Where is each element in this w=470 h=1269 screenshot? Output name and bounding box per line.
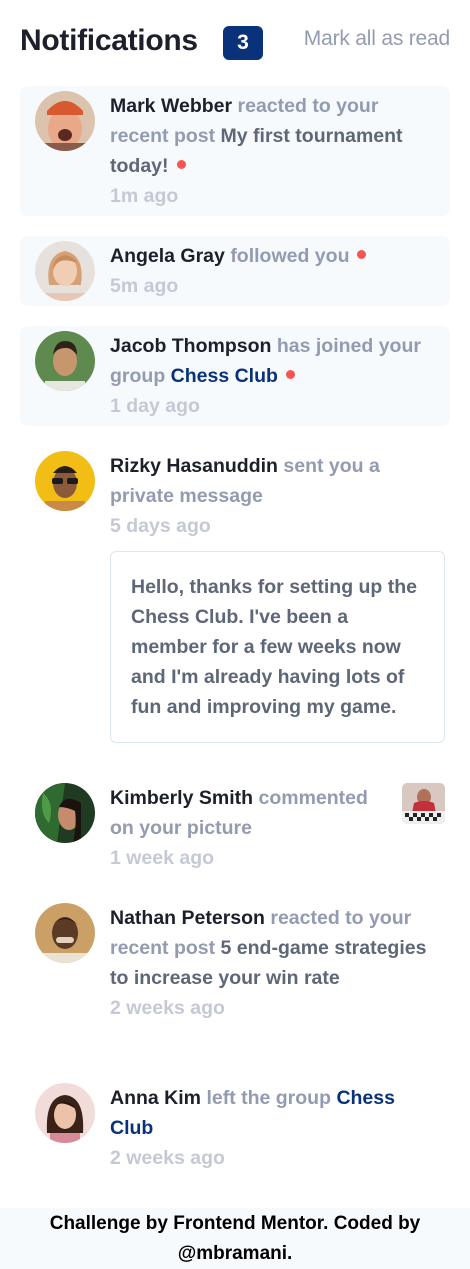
user-name-link[interactable]: Rizky Hasanuddin bbox=[110, 455, 278, 477]
notification-item[interactable]: Mark Webber reacted to your recent post … bbox=[20, 86, 450, 216]
notification-text: Rizky Hasanuddin sent you a private mess… bbox=[110, 451, 440, 541]
page-title: Notifications bbox=[20, 24, 198, 57]
notification-item[interactable]: Nathan Peterson reacted to your recent p… bbox=[20, 898, 450, 1058]
notification-text: Angela Gray followed you 5m ago bbox=[110, 241, 440, 301]
notification-text: Mark Webber reacted to your recent post … bbox=[110, 91, 440, 211]
unread-dot bbox=[285, 370, 295, 379]
header: Notifications 3 Mark all as read bbox=[20, 22, 450, 62]
unread-count-badge: 3 bbox=[223, 26, 263, 60]
notification-action: left the group bbox=[206, 1087, 332, 1109]
notification-text: Jacob Thompson has joined your group Che… bbox=[110, 331, 440, 421]
mark-all-as-read-button[interactable]: Mark all as read bbox=[304, 27, 450, 51]
avatar[interactable] bbox=[35, 783, 95, 843]
group-link[interactable]: Chess Club bbox=[171, 365, 278, 387]
timestamp: 5m ago bbox=[110, 275, 179, 297]
timestamp: 1m ago bbox=[110, 185, 179, 207]
timestamp: 1 week ago bbox=[110, 847, 215, 869]
avatar[interactable] bbox=[35, 91, 95, 151]
notification-item[interactable]: Jacob Thompson has joined your group Che… bbox=[20, 326, 450, 426]
notification-action: followed you bbox=[230, 245, 350, 267]
timestamp: 2 weeks ago bbox=[110, 1147, 225, 1169]
timestamp: 5 days ago bbox=[110, 515, 211, 537]
avatar[interactable] bbox=[35, 903, 95, 963]
timestamp: 2 weeks ago bbox=[110, 997, 225, 1019]
user-name-link[interactable]: Angela Gray bbox=[110, 245, 225, 267]
attribution-footer: Challenge by Frontend Mentor. Coded by @… bbox=[0, 1208, 470, 1269]
avatar[interactable] bbox=[35, 1083, 95, 1143]
notification-item[interactable]: Anna Kim left the group Chess Club 2 wee… bbox=[20, 1078, 450, 1178]
unread-dot bbox=[176, 160, 186, 169]
avatar[interactable] bbox=[35, 331, 95, 391]
attribution-line-2[interactable]: @mbramani. bbox=[0, 1239, 470, 1269]
notification-item[interactable]: Kimberly Smith commented on your picture… bbox=[20, 778, 450, 878]
notification-text: Kimberly Smith commented on your picture… bbox=[110, 783, 390, 873]
unread-dot bbox=[357, 250, 367, 259]
user-name-link[interactable]: Kimberly Smith bbox=[110, 787, 253, 809]
avatar[interactable] bbox=[35, 241, 95, 301]
notification-text: Nathan Peterson reacted to your recent p… bbox=[110, 903, 440, 1023]
avatar[interactable] bbox=[35, 451, 95, 511]
user-name-link[interactable]: Mark Webber bbox=[110, 95, 232, 117]
notification-item[interactable]: Angela Gray followed you 5m ago bbox=[20, 236, 450, 306]
attribution-line-1[interactable]: Challenge by Frontend Mentor. Coded by bbox=[0, 1209, 470, 1239]
user-name-link[interactable]: Anna Kim bbox=[110, 1087, 201, 1109]
user-name-link[interactable]: Nathan Peterson bbox=[110, 907, 265, 929]
commented-picture-thumbnail[interactable] bbox=[402, 783, 445, 824]
private-message-preview[interactable]: Hello, thanks for setting up the Chess C… bbox=[110, 551, 445, 743]
timestamp: 1 day ago bbox=[110, 395, 200, 417]
notification-text: Anna Kim left the group Chess Club 2 wee… bbox=[110, 1083, 440, 1173]
user-name-link[interactable]: Jacob Thompson bbox=[110, 335, 271, 357]
